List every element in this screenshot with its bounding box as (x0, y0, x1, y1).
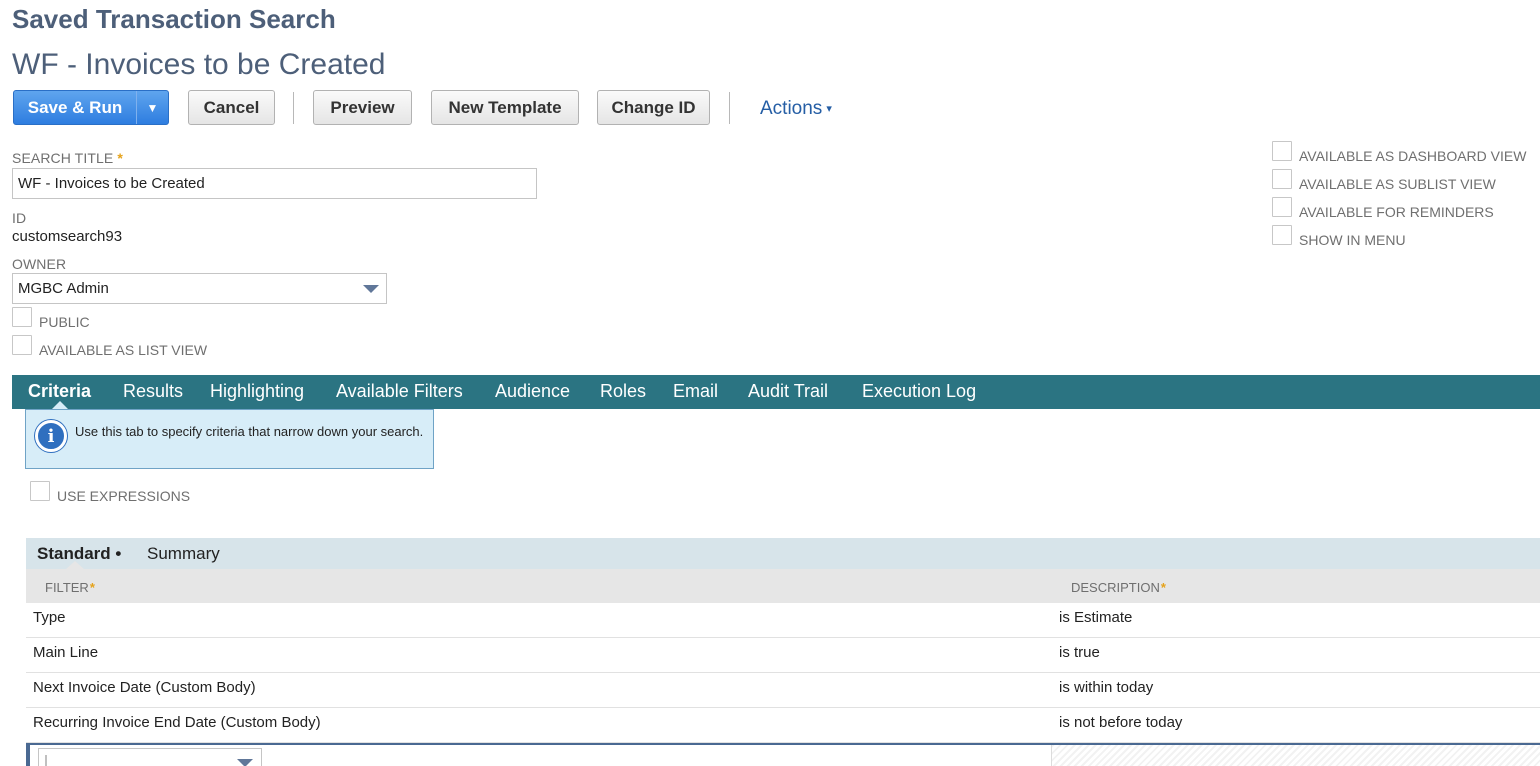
description-cell: is true (1059, 644, 1100, 661)
info-text: Use this tab to specify criteria that na… (75, 424, 424, 439)
dropdown-arrow-icon[interactable] (237, 759, 253, 766)
info-message: i Use this tab to specify criteria that … (25, 409, 434, 469)
description-cell: is Estimate (1059, 609, 1133, 626)
toolbar-divider (293, 92, 294, 124)
required-marker: * (89, 580, 95, 595)
cancel-button[interactable]: Cancel (188, 90, 275, 125)
search-name-heading: WF - Invoices to be Created (12, 48, 386, 81)
description-disabled-cell (1051, 745, 1540, 766)
description-column-header: DESCRIPTION* (1071, 580, 1166, 595)
active-subtab-pointer (66, 561, 84, 569)
new-template-button[interactable]: New Template (431, 90, 579, 125)
row-edit-indicator (26, 745, 30, 766)
tab-highlighting[interactable]: Highlighting (210, 381, 304, 402)
description-cell: is within today (1059, 679, 1154, 696)
owner-selected-value: MGBC Admin (18, 280, 109, 297)
actions-menu[interactable]: Actions ▾ (760, 98, 832, 120)
description-header-text: DESCRIPTION (1071, 580, 1160, 595)
table-row[interactable]: Recurring Invoice End Date (Custom Body)… (26, 708, 1540, 743)
list-view-label: AVAILABLE AS LIST VIEW (39, 342, 208, 358)
use-expressions-checkbox[interactable] (30, 481, 50, 501)
dashboard-view-checkbox[interactable] (1272, 141, 1292, 161)
tab-available-filters[interactable]: Available Filters (336, 381, 463, 402)
preview-button[interactable]: Preview (313, 90, 412, 125)
tab-criteria[interactable]: Criteria (28, 381, 91, 402)
search-title-label: SEARCH TITLE * (12, 150, 123, 166)
tab-results[interactable]: Results (123, 381, 183, 402)
dropdown-arrow-icon[interactable] (363, 285, 379, 293)
page-type-title: Saved Transaction Search (12, 4, 336, 34)
sublist-view-checkbox[interactable] (1272, 169, 1292, 189)
required-marker: * (1160, 580, 1166, 595)
dashboard-view-label: AVAILABLE AS DASHBOARD VIEW (1299, 148, 1527, 164)
tab-email[interactable]: Email (673, 381, 718, 402)
table-header: FILTER* DESCRIPTION* (26, 569, 1540, 603)
id-value: customsearch93 (12, 228, 123, 245)
use-expressions-label: USE EXPRESSIONS (57, 488, 191, 504)
text-cursor (45, 755, 47, 766)
reminders-label: AVAILABLE FOR REMINDERS (1299, 204, 1494, 220)
filter-cell: Type (33, 609, 66, 626)
save-and-run-button[interactable]: Save & Run ▼ (13, 90, 169, 125)
save-and-run-label: Save & Run (27, 97, 123, 117)
owner-select[interactable]: MGBC Admin (12, 273, 387, 304)
show-in-menu-label: SHOW IN MENU (1299, 232, 1406, 248)
list-view-checkbox[interactable] (12, 335, 32, 355)
reminders-checkbox[interactable] (1272, 197, 1292, 217)
filter-cell: Next Invoice Date (Custom Body) (33, 679, 256, 696)
tab-execution-log[interactable]: Execution Log (862, 381, 976, 402)
change-id-button[interactable]: Change ID (597, 90, 710, 125)
required-marker: * (117, 150, 123, 166)
search-title-input[interactable]: WF - Invoices to be Created (12, 168, 537, 199)
public-label: PUBLIC (39, 314, 90, 330)
description-cell: is not before today (1059, 714, 1183, 731)
criteria-subtab-bar: Standard • Summary (26, 538, 1540, 569)
actions-label: Actions (760, 98, 823, 119)
owner-label: OWNER (12, 256, 67, 272)
filter-cell: Main Line (33, 644, 99, 661)
new-filter-select[interactable] (38, 748, 262, 766)
filter-column-header: FILTER* (45, 580, 95, 595)
public-checkbox[interactable] (12, 307, 32, 327)
id-label: ID (12, 210, 27, 226)
table-row[interactable]: Type is Estimate (26, 603, 1540, 638)
save-and-run-menu-icon[interactable]: ▼ (136, 91, 168, 124)
criteria-table: FILTER* DESCRIPTION* Type is Estimate Ma… (26, 569, 1540, 766)
show-in-menu-checkbox[interactable] (1272, 225, 1292, 245)
caret-down-icon: ▾ (826, 103, 832, 115)
toolbar-divider (729, 92, 730, 124)
subtab-summary[interactable]: Summary (147, 544, 220, 564)
table-row[interactable]: Main Line is true (26, 638, 1540, 673)
sublist-view-label: AVAILABLE AS SUBLIST VIEW (1299, 176, 1496, 192)
tab-audit-trail[interactable]: Audit Trail (748, 381, 828, 402)
info-icon: i (35, 420, 67, 452)
filter-header-text: FILTER (45, 580, 89, 595)
table-row[interactable]: Next Invoice Date (Custom Body) is withi… (26, 673, 1540, 708)
search-title-label-text: SEARCH TITLE (12, 150, 114, 166)
new-criteria-row[interactable] (26, 743, 1540, 766)
main-tab-bar: Criteria Results Highlighting Available … (12, 375, 1540, 409)
filter-cell: Recurring Invoice End Date (Custom Body) (33, 714, 321, 731)
tab-audience[interactable]: Audience (495, 381, 570, 402)
tab-roles[interactable]: Roles (600, 381, 646, 402)
